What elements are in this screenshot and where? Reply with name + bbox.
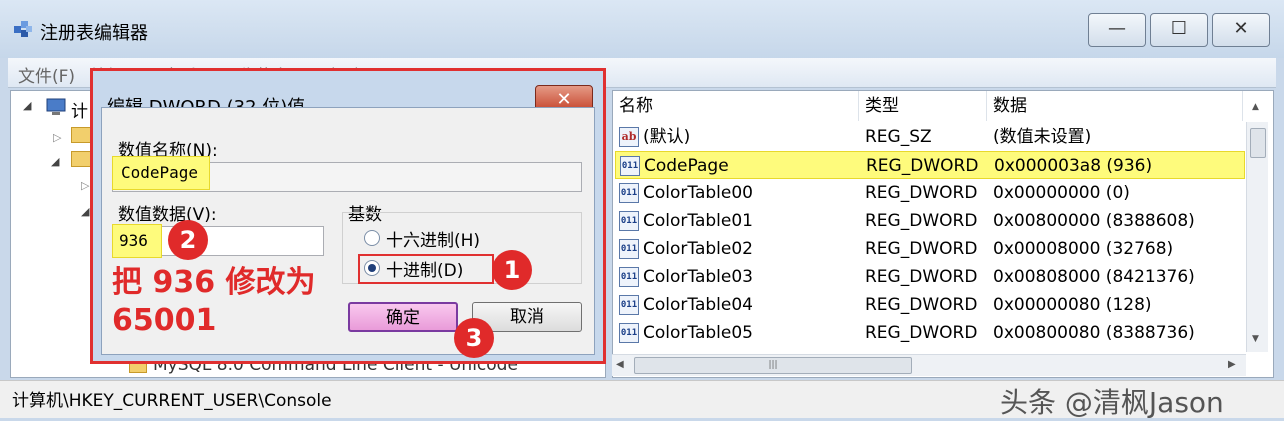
close-button[interactable]: ✕: [1212, 13, 1270, 47]
scroll-thumb[interactable]: [1250, 128, 1266, 158]
column-header-name[interactable]: 名称: [613, 91, 859, 121]
value-type: REG_DWORD: [865, 211, 978, 231]
instruction-line-1: 把 936 修改为: [112, 265, 316, 300]
value-name: ColorTable00: [643, 183, 753, 203]
expand-arrow-icon[interactable]: ▷: [81, 179, 89, 192]
menu-file[interactable]: 文件(F): [18, 62, 75, 87]
dword-value-icon: 011: [619, 211, 639, 231]
computer-icon: [46, 98, 66, 115]
value-row[interactable]: 011 ColorTable04 REG_DWORD 0x00000080 (128): [615, 291, 1245, 319]
maximize-button[interactable]: ☐: [1150, 13, 1208, 47]
instruction-annotation: 把 936 修改为 65001: [112, 264, 316, 340]
window-title: 注册表编辑器: [40, 23, 148, 44]
column-header-data[interactable]: 数据: [987, 91, 1243, 121]
value-name: CodePage: [644, 156, 729, 176]
value-row[interactable]: 011 ColorTable01 REG_DWORD 0x00800000 (8388…: [615, 207, 1245, 235]
folder-icon: [71, 151, 91, 167]
watermark: 头条 @清枫Jason: [1000, 386, 1224, 419]
step-badge-1: 1: [492, 250, 532, 290]
tree-root-label[interactable]: 计: [71, 97, 88, 122]
string-value-icon: ab: [619, 127, 639, 147]
dword-value-icon: 011: [619, 239, 639, 259]
value-name: ColorTable05: [643, 323, 753, 343]
value-data: (数值未设置): [993, 127, 1092, 147]
scroll-left-icon[interactable]: ◀: [616, 359, 624, 370]
dword-value-icon: 011: [619, 295, 639, 315]
value-type: REG_DWORD: [865, 295, 978, 315]
registry-editor-icon: [14, 21, 32, 37]
vertical-scrollbar[interactable]: ▲ ▼: [1246, 102, 1268, 352]
value-type: REG_DWORD: [865, 323, 978, 343]
value-data: 0x00008000 (32768): [993, 239, 1174, 259]
column-header-type[interactable]: 类型: [859, 91, 987, 121]
value-name: (默认): [643, 127, 691, 147]
dword-value-icon: 011: [619, 267, 639, 287]
value-name-highlight: CodePage: [112, 156, 210, 190]
value-row[interactable]: 011 ColorTable00 REG_DWORD 0x00000000 (0): [615, 179, 1245, 207]
scroll-down-icon[interactable]: ▼: [1252, 334, 1259, 344]
value-name: ColorTable04: [643, 295, 753, 315]
status-bar: 计算机\HKEY_CURRENT_USER\Console 头条 @清枫Jaso…: [0, 380, 1284, 419]
hex-radio-label[interactable]: 十六进制(H): [386, 226, 480, 251]
value-data: 0x00000080 (128): [993, 295, 1152, 315]
values-list-pane: 名称 类型 数据 ab (默认) REG_SZ (数值未设置) 011 CodePage R…: [612, 90, 1274, 378]
step-badge-2: 2: [168, 220, 208, 260]
value-name: ColorTable02: [643, 239, 753, 259]
scroll-up-icon[interactable]: ▲: [1252, 102, 1259, 112]
value-data: 0x00800080 (8388736): [993, 323, 1195, 343]
minimize-button[interactable]: —: [1088, 13, 1146, 47]
value-data: 0x00000000 (0): [993, 183, 1130, 203]
value-row[interactable]: 011 ColorTable02 REG_DWORD 0x00008000 (3276…: [615, 235, 1245, 263]
value-type: REG_DWORD: [865, 183, 978, 203]
value-type: REG_DWORD: [865, 267, 978, 287]
scroll-thumb[interactable]: |||: [634, 357, 912, 374]
dword-value-icon: 011: [619, 323, 639, 343]
value-data-text: 936: [112, 224, 162, 258]
collapse-arrow-icon[interactable]: ◢: [23, 99, 31, 112]
dword-value-icon: 011: [620, 156, 640, 176]
instruction-line-2: 65001: [112, 303, 217, 338]
scroll-right-icon[interactable]: ▶: [1228, 359, 1236, 370]
dword-value-icon: 011: [619, 183, 639, 203]
values-list: ab (默认) REG_SZ (数值未设置) 011 CodePage REG_DWORD 0…: [615, 123, 1245, 347]
value-type: REG_DWORD: [865, 239, 978, 259]
hex-radio[interactable]: [364, 230, 380, 246]
value-row[interactable]: 011 CodePage REG_DWORD 0x000003a8 (936): [615, 151, 1245, 179]
expand-arrow-icon[interactable]: ▷: [53, 131, 61, 144]
collapse-arrow-icon[interactable]: ◢: [51, 155, 59, 168]
value-type: REG_SZ: [865, 127, 932, 147]
value-data: 0x000003a8 (936): [994, 156, 1153, 176]
value-row[interactable]: ab (默认) REG_SZ (数值未设置): [615, 123, 1245, 151]
value-row[interactable]: 011 ColorTable05 REG_DWORD 0x00800080 (8388…: [615, 319, 1245, 347]
decimal-radio[interactable]: [364, 260, 380, 276]
value-data: 0x00800000 (8388608): [993, 211, 1195, 231]
value-row[interactable]: 011 ColorTable03 REG_DWORD 0x00808000 (8421…: [615, 263, 1245, 291]
decimal-radio-label[interactable]: 十进制(D): [386, 256, 463, 281]
value-type: REG_DWORD: [866, 156, 979, 176]
horizontal-scrollbar[interactable]: ◀ ||| ▶: [612, 354, 1246, 376]
ok-button[interactable]: 确定: [348, 302, 458, 332]
step-badge-3: 3: [454, 318, 494, 358]
value-name: ColorTable03: [643, 267, 753, 287]
value-data: 0x00808000 (8421376): [993, 267, 1195, 287]
collapse-arrow-icon[interactable]: ◢: [81, 205, 89, 218]
status-path: 计算机\HKEY_CURRENT_USER\Console: [12, 391, 332, 411]
value-name: ColorTable01: [643, 211, 753, 231]
folder-icon: [71, 127, 91, 143]
value-data-label: 数值数据(V):: [118, 205, 217, 225]
